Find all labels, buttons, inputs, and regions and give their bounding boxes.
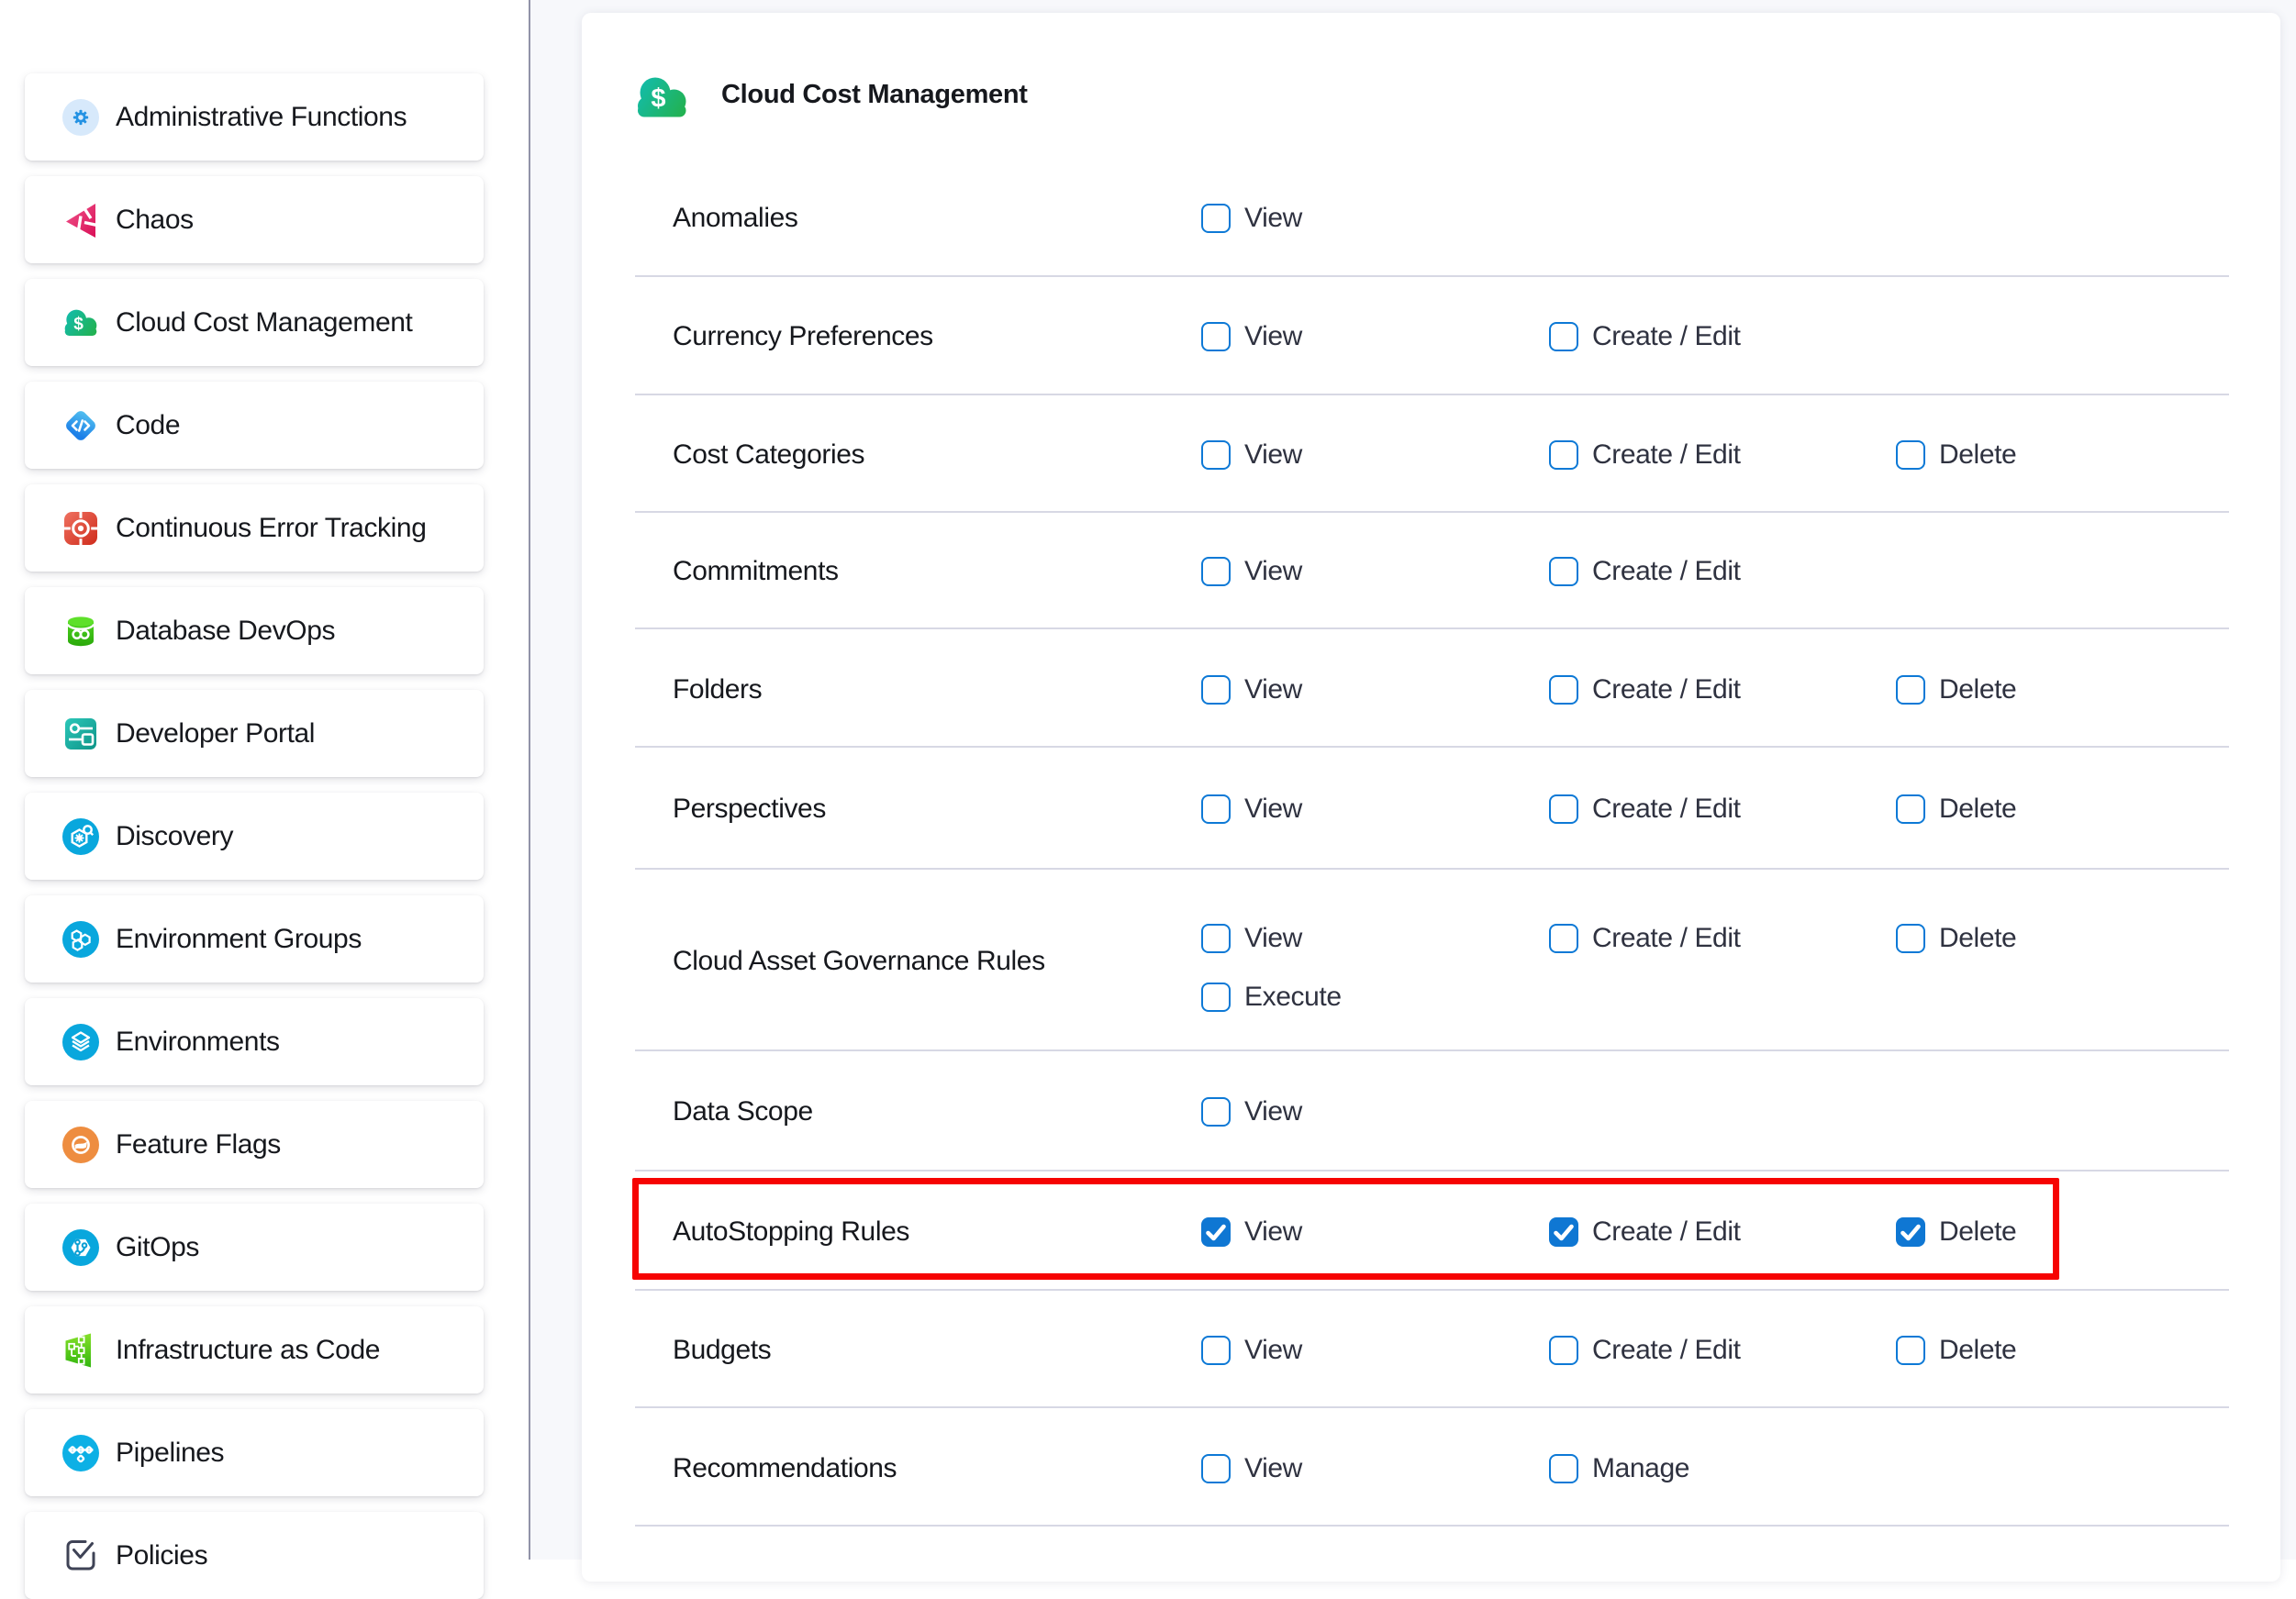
svg-text:$: $ xyxy=(73,315,84,334)
svg-text:$: $ xyxy=(651,84,665,114)
